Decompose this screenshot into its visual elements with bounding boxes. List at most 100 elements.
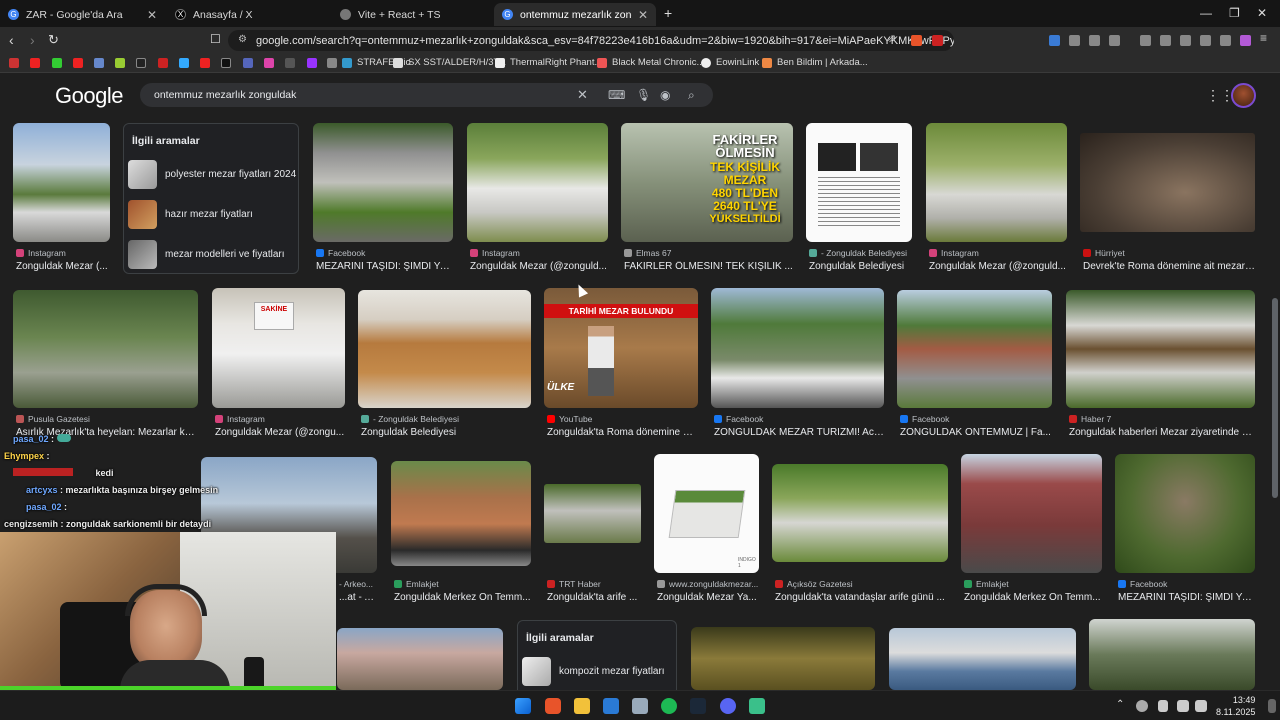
- extension-icon[interactable]: [1109, 35, 1120, 46]
- result-thumbnail[interactable]: TARİHİ MEZAR BULUNDU ÜLKE: [544, 288, 698, 408]
- image-result[interactable]: Haber 7 Zonguldak haberleri Mezar ziyare…: [1066, 290, 1255, 440]
- image-result[interactable]: SAKİNE Instagram Zonguldak Mezar (@zongu…: [212, 288, 345, 440]
- result-thumbnail[interactable]: [391, 461, 531, 566]
- image-result[interactable]: - Zonguldak Belediyesi Zonguldak Belediy…: [806, 123, 912, 275]
- site-info-icon[interactable]: ⚙: [238, 34, 247, 45]
- result-thumbnail[interactable]: [544, 484, 641, 543]
- related-search-item[interactable]: polyester mezar fiyatları 2024: [128, 160, 296, 189]
- bookmark-icon[interactable]: ☐: [210, 32, 221, 46]
- result-thumbnail[interactable]: [337, 628, 503, 690]
- maximize-icon[interactable]: ❐: [1229, 6, 1240, 20]
- image-result[interactable]: Facebook ZONGULDAK ONTEMMUZ | Fa...: [897, 290, 1052, 440]
- windows-start-icon[interactable]: [515, 698, 531, 714]
- brave-browser-icon[interactable]: [545, 698, 561, 714]
- microphone-icon[interactable]: 🎙: [636, 88, 651, 102]
- youtube-icon[interactable]: [30, 58, 40, 68]
- result-thumbnail[interactable]: [1066, 290, 1255, 408]
- sidebar-icon[interactable]: [1160, 35, 1171, 46]
- bookmark-icon[interactable]: [115, 58, 125, 68]
- result-title[interactable]: Zonguldak Mezar (...: [16, 261, 110, 272]
- image-result[interactable]: [1089, 619, 1255, 690]
- image-result[interactable]: Instagram Zonguldak Mezar (@zonguld...: [926, 123, 1067, 275]
- file-explorer-icon[interactable]: [574, 698, 590, 714]
- back-icon[interactable]: ‹: [9, 32, 14, 48]
- result-title[interactable]: MEZARINI TAŞIDI: ŞİMDİ YA...: [1118, 592, 1255, 603]
- result-title[interactable]: MEZARINI TAŞIDI: ŞİMDİ YA...: [316, 261, 453, 272]
- bookmark-icon[interactable]: [285, 58, 295, 68]
- tab-vite-react[interactable]: Vite + React + TS: [332, 3, 492, 26]
- bookmark-icon[interactable]: [158, 58, 168, 68]
- minimize-icon[interactable]: —: [1200, 6, 1212, 20]
- search-input[interactable]: ontemmuz mezarlık zonguldak: [154, 89, 296, 101]
- image-result[interactable]: Facebook MEZARINI TAŞIDI: ŞİMDİ YA...: [313, 123, 453, 275]
- search-icon[interactable]: ⌕: [688, 88, 695, 103]
- image-result[interactable]: Instagram Zonguldak Mezar (@zonguld...: [467, 123, 608, 275]
- image-result[interactable]: TRT Haber Zonguldak'ta arife ...: [544, 484, 641, 606]
- result-thumbnail[interactable]: [926, 123, 1067, 242]
- bookmark-thermalright[interactable]: ThermalRight Phant...: [495, 57, 602, 68]
- result-thumbnail[interactable]: [1089, 619, 1255, 690]
- result-thumbnail[interactable]: [691, 627, 875, 690]
- tray-app-icon[interactable]: [1136, 700, 1148, 712]
- result-thumbnail[interactable]: [467, 123, 608, 242]
- volume-icon[interactable]: [1195, 700, 1207, 712]
- result-thumbnail[interactable]: [961, 454, 1102, 573]
- youtube-icon[interactable]: [73, 58, 83, 68]
- kick-icon[interactable]: [52, 58, 62, 68]
- bookmark-ben-bildim[interactable]: Ben Bildim | Arkada...: [762, 57, 868, 68]
- result-title[interactable]: ...at - Ar...: [339, 592, 377, 603]
- bookmark-eowinlink[interactable]: EowinLink: [701, 57, 759, 68]
- spotify-icon[interactable]: [661, 698, 677, 714]
- result-thumbnail[interactable]: [1080, 133, 1255, 232]
- profile-icon[interactable]: [1240, 35, 1251, 46]
- extension-icon[interactable]: [1049, 35, 1060, 46]
- tray-expand-icon[interactable]: ⌃: [1116, 699, 1124, 710]
- related-search-item[interactable]: hazır mezar fiyatları: [128, 200, 253, 229]
- search-box[interactable]: ontemmuz mezarlık zonguldak ✕ ⌨ 🎙 ◉ ⌕: [140, 83, 713, 107]
- network-icon[interactable]: [1177, 700, 1189, 712]
- brave-shield-icon[interactable]: [911, 35, 922, 46]
- bookmark-black-metal[interactable]: Black Metal Chronic...: [597, 57, 704, 68]
- result-thumbnail[interactable]: [806, 123, 912, 242]
- scrollbar-thumb[interactable]: [1272, 298, 1278, 498]
- result-thumbnail[interactable]: [897, 290, 1052, 408]
- bookmark-icon[interactable]: [94, 58, 104, 68]
- brave-rewards-icon[interactable]: [932, 35, 943, 46]
- bookmark-icon[interactable]: [327, 58, 337, 68]
- related-search-item[interactable]: mezar modelleri ve fiyatları: [128, 240, 284, 269]
- result-title[interactable]: Zonguldak'ta Roma dönemine ai...: [547, 427, 698, 438]
- address-bar[interactable]: ⚙ google.com/search?q=ontemmuz+mezarlık+…: [228, 30, 954, 51]
- lens-icon[interactable]: ◉: [660, 88, 670, 102]
- result-title[interactable]: Devrek'te Roma dönemine ait mezar ...: [1083, 261, 1255, 272]
- forward-icon[interactable]: ›: [30, 32, 35, 48]
- app-icon[interactable]: [749, 698, 765, 714]
- tab-active-search[interactable]: G ontemmuz mezarlık zonguldak ✕: [494, 3, 656, 26]
- result-title[interactable]: Zonguldak'ta vatandaşlar arife günü ...: [775, 592, 948, 603]
- close-icon[interactable]: ✕: [638, 8, 648, 22]
- music-icon[interactable]: [1140, 35, 1151, 46]
- microphone-icon[interactable]: [1158, 700, 1168, 712]
- result-thumbnail[interactable]: [772, 464, 948, 562]
- clear-icon[interactable]: ✕: [577, 87, 588, 103]
- related-search-item[interactable]: kompozit mezar fiyatları: [522, 657, 665, 686]
- youtube-icon[interactable]: [200, 58, 210, 68]
- image-result[interactable]: Hürriyet Devrek'te Roma dönemine ait mez…: [1080, 133, 1255, 275]
- image-result[interactable]: [889, 628, 1076, 690]
- system-clock[interactable]: 13:49 8.11.2025: [1216, 694, 1255, 718]
- result-thumbnail[interactable]: [13, 123, 110, 242]
- result-thumbnail[interactable]: [313, 123, 453, 242]
- extension-icon[interactable]: [1089, 35, 1100, 46]
- image-result[interactable]: Pusula Gazetesi Asırlık Mezarlık'ta heye…: [13, 290, 198, 440]
- app-icon[interactable]: [632, 698, 648, 714]
- ai-icon[interactable]: [1200, 35, 1211, 46]
- image-result[interactable]: INDIGO 1 www.zonguldakmezar... Zonguldak…: [654, 454, 759, 606]
- result-thumbnail[interactable]: [711, 288, 884, 408]
- image-result[interactable]: [691, 627, 875, 690]
- result-title[interactable]: Zonguldak Belediyesi: [361, 427, 531, 438]
- result-title[interactable]: Zonguldak Mezar (@zonguld...: [470, 261, 608, 272]
- x-icon[interactable]: [221, 58, 231, 68]
- result-title[interactable]: Zonguldak Merkez On Temm...: [394, 592, 531, 603]
- bookmark-sx-sst[interactable]: SX SST/ALDER/H/3T...: [393, 57, 506, 68]
- result-title[interactable]: Zonguldak Belediyesi: [809, 261, 912, 272]
- tab-google-zar[interactable]: G ZAR - Google'da Ara ✕: [0, 3, 165, 26]
